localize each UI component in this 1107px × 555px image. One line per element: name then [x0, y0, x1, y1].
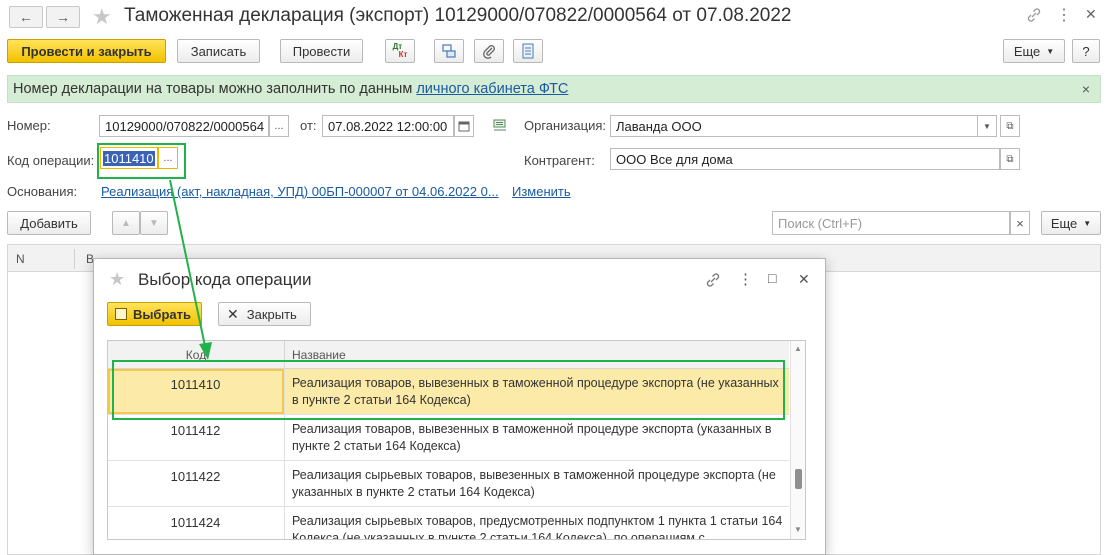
annotation-arrow-icon	[169, 179, 212, 360]
